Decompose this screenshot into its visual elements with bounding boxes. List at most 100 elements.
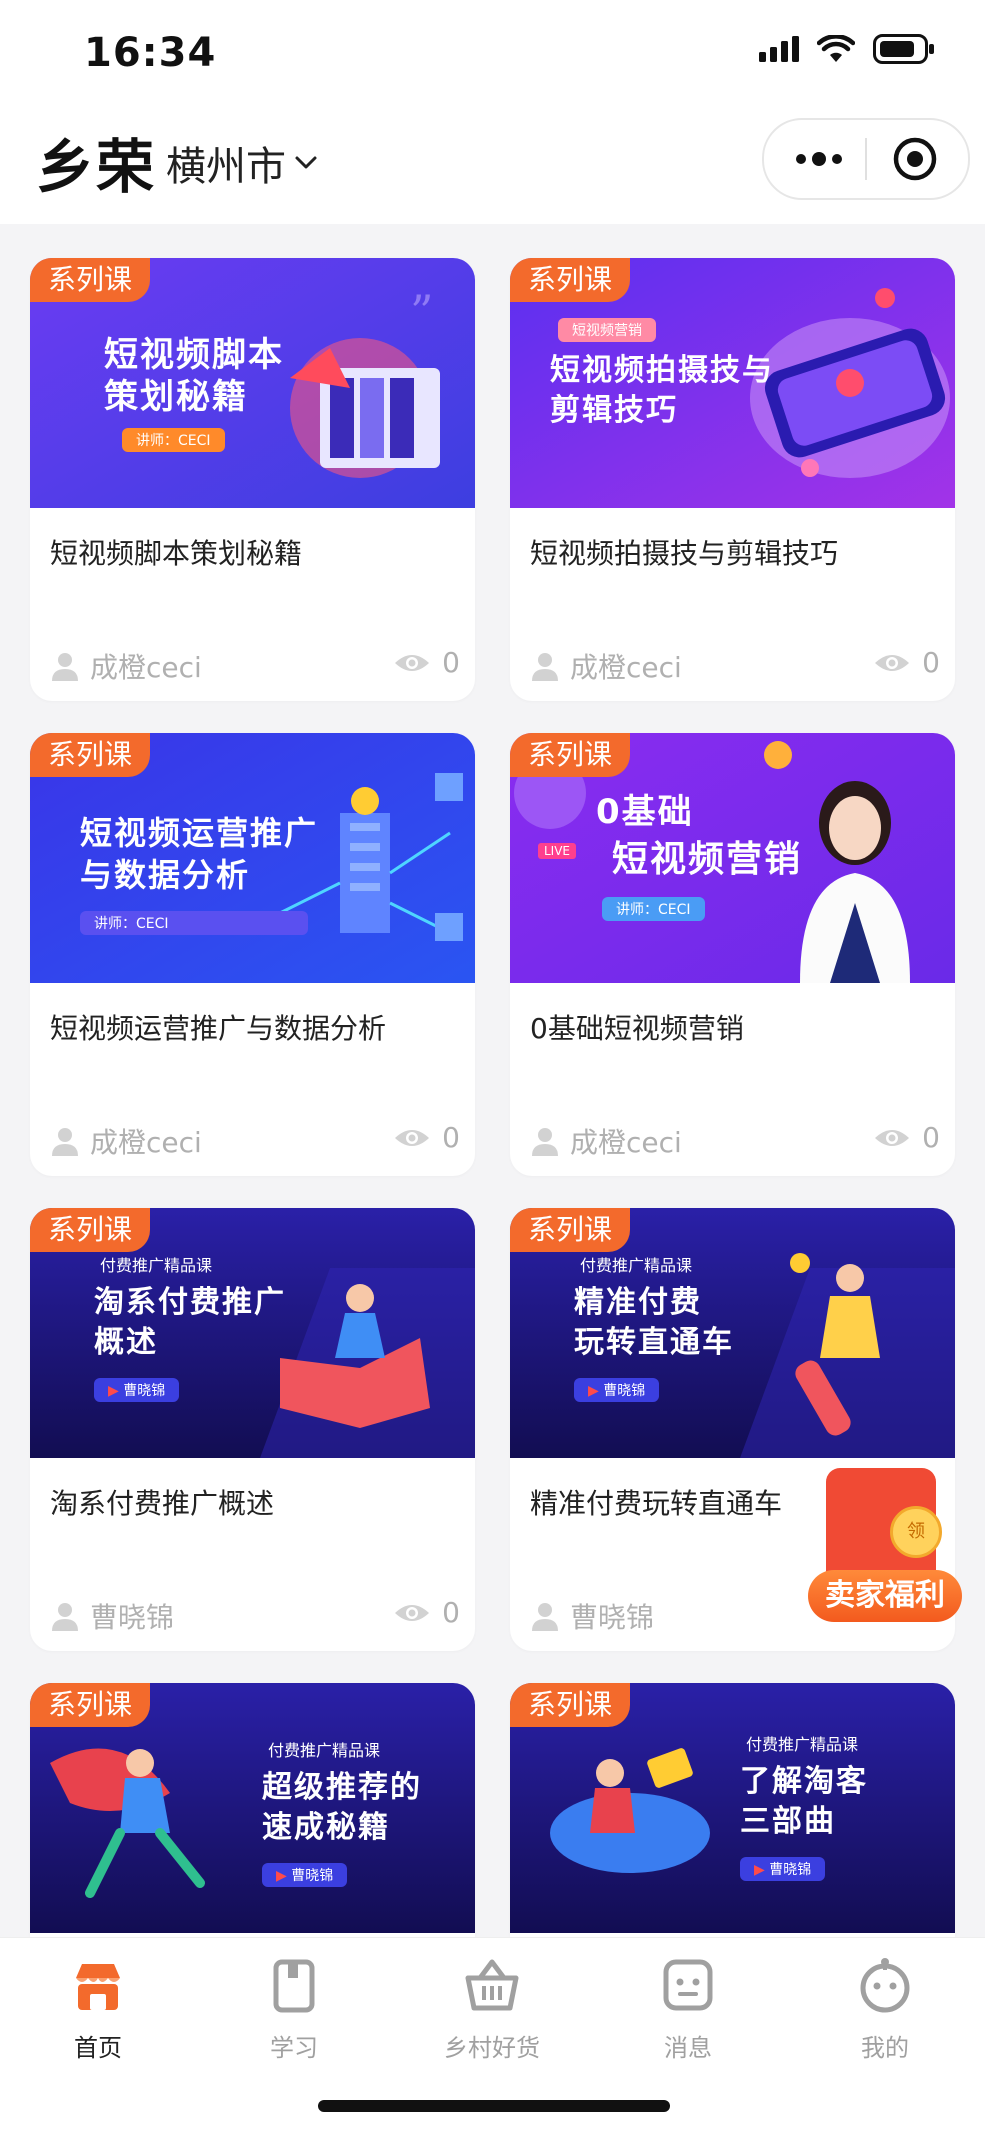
thumbnail-instructor-pill: ▶ 曹晓锦 [262,1863,348,1887]
play-icon: ▶ [754,1862,770,1878]
status-icons [759,34,935,64]
thumbnail-instructor-name: 曹晓锦 [291,1868,334,1884]
basket-icon [465,1959,519,2011]
thumbnail-kicker: 付费推广精品课 [746,1735,859,1754]
welfare-coin-icon: 领 [890,1506,942,1558]
series-tag: 系列课 [510,258,631,302]
view-count: 0 [394,1596,460,1629]
tab-rural-goods[interactable]: 乡村好货 [422,1956,562,2063]
profile-icon [860,1958,910,2013]
tab-home[interactable]: 首页 [28,1956,168,2063]
series-tag: 系列课 [510,1683,631,1727]
app-brand-title: 乡荣 [36,133,157,201]
thumbnail-title-line2: 短视频营销 [612,839,803,880]
thumbnail-title-line2: 概述 [94,1325,158,1360]
mini-program-capsule [762,118,970,200]
course-title: 0基础短视频营销 [530,1012,744,1045]
thumbnail-title-line2: 与数据分析 [80,856,251,894]
course-thumbnail: ” 短视频脚本 策划秘籍 讲师：CECI 系列课 [30,258,475,508]
course-title: 短视频脚本策划秘籍 [50,537,303,570]
course-meta: 成橙ceci 0 [50,646,460,686]
course-meta: 成橙ceci 0 [50,1121,460,1161]
course-meta: 曹晓锦 0 [50,1596,460,1636]
series-tag: 系列课 [510,1208,631,1252]
thumbnail-title-line1: 短视频拍摄技与 [550,353,774,388]
course-card[interactable]: 短视频营销 短视频拍摄技与 剪辑技巧 系列课 短视频拍摄技与剪辑技巧 成橙cec… [510,258,955,701]
course-card[interactable]: 短视频运营推广 与数据分析 讲师：CECI 系列课 短视频运营推广与数据分析 成… [30,733,475,1176]
author-name: 成橙ceci [90,1126,202,1159]
tab-label: 我的 [861,2034,909,2062]
tab-profile[interactable]: 我的 [815,1956,955,2063]
view-count-value: 0 [922,646,940,679]
thumbnail-title-line1: 超级推荐的 [262,1770,422,1805]
author-name: 曹晓锦 [90,1601,175,1634]
thumbnail-live-badge: LIVE [538,843,577,859]
author-name: 成橙ceci [90,651,202,684]
thumbnail-topic-pill: 短视频营销 [558,318,656,342]
course-card[interactable]: ” 短视频脚本 策划秘籍 讲师：CECI 系列课 短视频脚本策划秘籍 成橙cec… [30,258,475,701]
course-meta: 成橙ceci 0 [530,1121,940,1161]
course-author: 曹晓锦 [50,1596,174,1636]
thumbnail-instructor-name: 曹晓锦 [769,1862,812,1878]
series-tag: 系列课 [30,1208,151,1252]
eye-icon [395,1129,430,1146]
view-count: 0 [874,1121,940,1154]
tab-study[interactable]: 学习 [224,1956,364,2063]
eye-icon [395,1604,430,1621]
city-label: 横州市 [166,144,286,190]
seller-welfare-float-button[interactable]: 领 卖家福利 [800,1468,970,1628]
welfare-label: 卖家福利 [808,1570,962,1622]
series-tag: 系列课 [30,258,151,302]
course-title: 短视频拍摄技与剪辑技巧 [530,537,839,570]
view-count: 0 [394,1121,460,1154]
view-count: 0 [874,646,940,679]
series-tag: 系列课 [30,733,151,777]
city-selector[interactable]: 横州市 [166,134,318,192]
view-count-value: 0 [922,1121,940,1154]
thumbnail-title-line2: 速成秘籍 [262,1810,390,1845]
course-card[interactable]: 付费推广精品课 淘系付费推广 概述 ▶ 曹晓锦 系列课 淘系付费推广概述 曹晓锦… [30,1208,475,1651]
course-author: 曹晓锦 [530,1596,654,1636]
view-count-value: 0 [442,646,460,679]
battery-icon [873,34,934,64]
thumbnail-instructor-pill: 讲师：CECI [122,428,225,452]
eye-icon [395,654,430,671]
target-icon [893,137,937,181]
chevron-down-icon [295,156,317,169]
thumbnail-instructor-pill: ▶ 曹晓锦 [740,1857,826,1881]
series-tag: 系列课 [30,1683,151,1727]
thumbnail-instructor-name: 曹晓锦 [123,1383,166,1399]
thumbnail-kicker: 付费推广精品课 [580,1256,693,1275]
thumbnail-title-line2: 三部曲 [740,1804,836,1839]
thumbnail-instructor-name: 曹晓锦 [603,1383,646,1399]
thumbnail-title-line2: 玩转直通车 [574,1325,734,1360]
author-name: 成橙ceci [570,1126,682,1159]
store-icon [76,1964,120,2010]
course-thumbnail: 短视频运营推广 与数据分析 讲师：CECI 系列课 [30,733,475,983]
eye-icon [875,1129,910,1146]
view-count: 0 [394,646,460,679]
more-menu-button[interactable] [794,142,844,176]
user-icon [532,1603,558,1631]
user-icon [52,1128,78,1156]
tab-label: 消息 [664,2034,712,2062]
svg-text:”: ” [410,285,434,339]
course-author: 成橙ceci [530,1121,682,1161]
thumbnail-title-line1: 精准付费 [574,1285,702,1320]
book-icon [273,1959,315,2013]
course-title: 淘系付费推广概述 [50,1487,275,1520]
thumbnail-instructor-pill: ▶ 曹晓锦 [574,1378,660,1402]
course-card[interactable]: LIVE 0基础 短视频营销 讲师：CECI 系列课 0基础短视频营销 成橙ce… [510,733,955,1176]
course-thumbnail: 付费推广精品课 精准付费 玩转直通车 ▶ 曹晓锦 系列课 [510,1208,955,1458]
course-thumbnail: LIVE 0基础 短视频营销 讲师：CECI 系列课 [510,733,955,983]
wifi-icon [817,35,855,62]
message-icon [663,1959,713,2011]
view-count-value: 0 [442,1121,460,1154]
course-author: 成橙ceci [530,646,682,686]
user-icon [532,653,558,681]
close-mini-program-button[interactable] [892,136,938,182]
tab-messages[interactable]: 消息 [618,1956,758,2063]
thumbnail-title-line1: 短视频运营推广 [80,814,319,852]
top-nav-bar: 乡荣 横州市 [0,100,985,224]
view-count-value: 0 [442,1596,460,1629]
